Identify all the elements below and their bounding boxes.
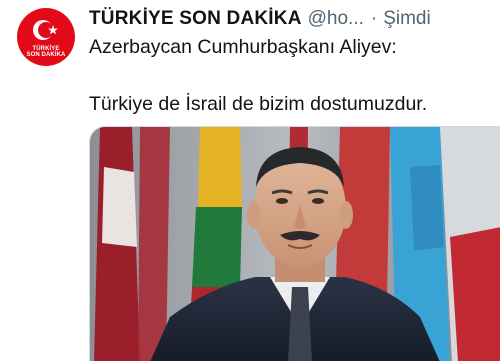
tweet-header: TÜRKİYE SON DAKİKA @ho... · Şimdi bbox=[89, 7, 431, 31]
tweet-text-line-2: Türkiye de İsrail de bizim dostumuzdur. bbox=[89, 93, 428, 115]
separator-dot: · bbox=[370, 8, 378, 29]
photo-image bbox=[90, 127, 500, 361]
account-handle[interactable]: @ho... bbox=[308, 8, 364, 30]
tweet-media-photo[interactable] bbox=[89, 126, 500, 361]
tweet[interactable]: TÜRKİYE SON DAKİKA TÜRKİYE SON DAKİKA @h… bbox=[0, 0, 500, 361]
display-name[interactable]: TÜRKİYE SON DAKİKA bbox=[89, 8, 302, 30]
tweet-text-line-1: Azerbaycan Cumhurbaşkanı Aliyev: bbox=[89, 36, 397, 58]
account-avatar[interactable]: TÜRKİYE SON DAKİKA bbox=[17, 8, 75, 66]
avatar-label-bottom: SON DAKİKA bbox=[26, 52, 66, 58]
tweet-timestamp[interactable]: Şimdi bbox=[383, 8, 431, 30]
